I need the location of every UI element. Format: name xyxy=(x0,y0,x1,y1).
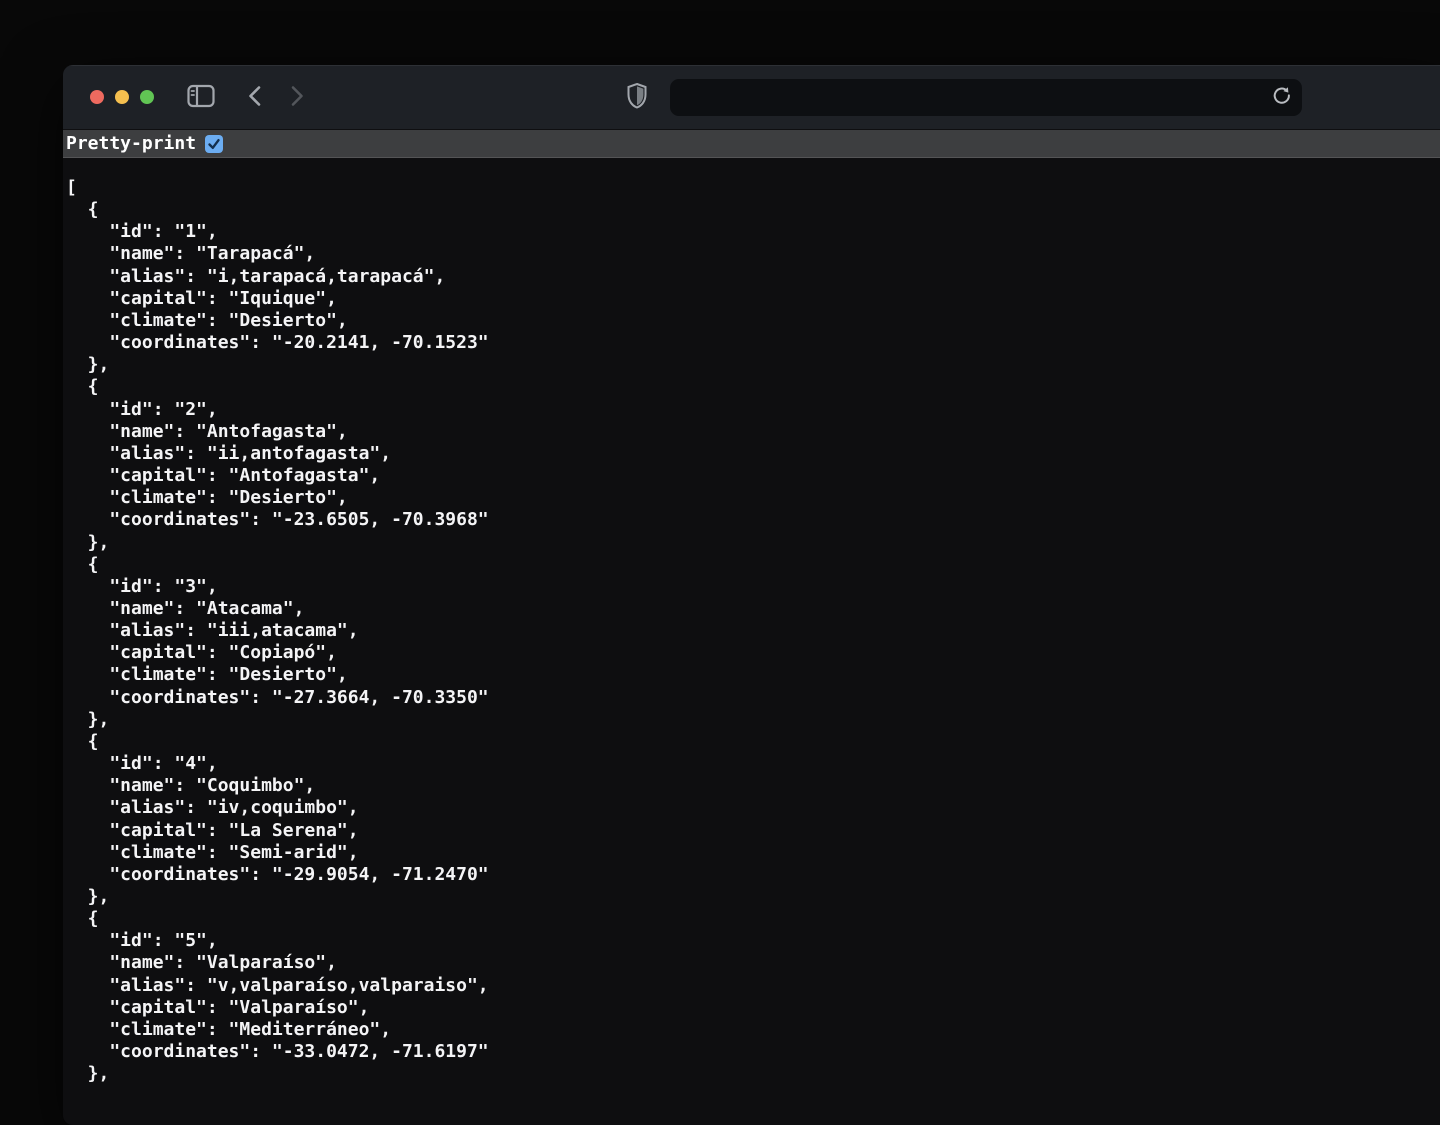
zoom-button[interactable] xyxy=(140,90,154,104)
browser-window: Pretty-print [ { "id": "1", "name": "Tar… xyxy=(63,65,1440,1125)
privacy-report-button[interactable] xyxy=(621,81,653,113)
reload-icon xyxy=(1272,86,1292,109)
chevron-left-icon xyxy=(247,85,263,110)
forward-button[interactable] xyxy=(281,81,313,113)
url-input[interactable] xyxy=(670,79,1302,116)
window-controls xyxy=(90,90,154,104)
sidebar-icon xyxy=(186,83,216,112)
pretty-print-label: Pretty-print xyxy=(66,135,196,153)
back-button[interactable] xyxy=(239,81,271,113)
sidebar-toggle-button[interactable] xyxy=(185,81,217,113)
browser-toolbar xyxy=(63,65,1440,130)
privacy-shield-icon xyxy=(626,82,648,113)
chevron-right-icon xyxy=(289,85,305,110)
pretty-print-bar: Pretty-print xyxy=(63,130,1440,158)
pretty-print-checkbox[interactable] xyxy=(205,135,223,153)
json-viewer: [ { "id": "1", "name": "Tarapacá", "alia… xyxy=(63,158,1440,1124)
reload-button[interactable] xyxy=(1268,83,1296,111)
json-body: [ { "id": "1", "name": "Tarapacá", "alia… xyxy=(63,158,1440,1085)
close-button[interactable] xyxy=(90,90,104,104)
minimize-button[interactable] xyxy=(115,90,129,104)
checkmark-icon xyxy=(207,137,221,151)
